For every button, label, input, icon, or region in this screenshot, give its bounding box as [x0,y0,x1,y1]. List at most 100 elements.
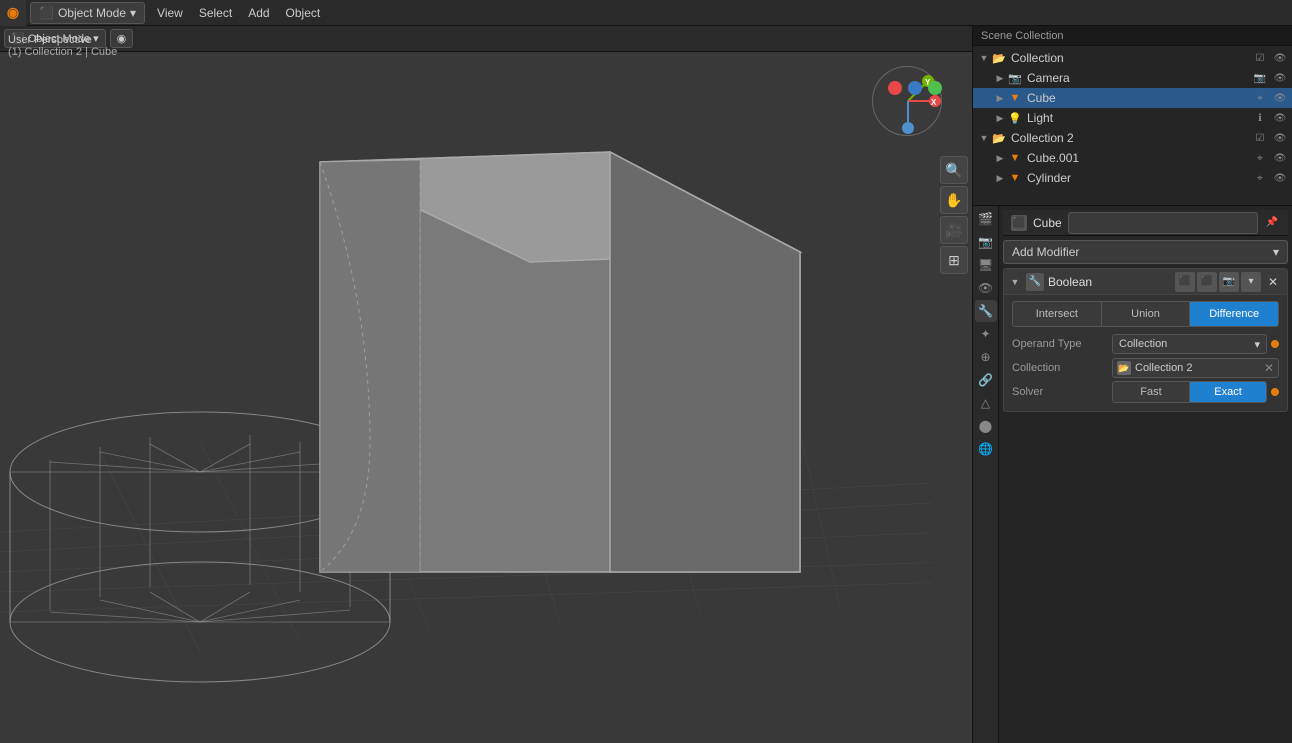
scene-svg [0,52,932,743]
modifier-close-btn[interactable]: ✕ [1263,272,1283,292]
prop-btn-material[interactable]: ⬤ [975,415,997,437]
operand-type-text: Collection [1119,338,1167,350]
prop-btn-particles[interactable]: ✦ [975,323,997,345]
prop-btn-output[interactable]: 🖥 [975,254,997,276]
outliner-row-collection[interactable]: ▼ 📂 Collection ☑ 👁 [973,48,1292,68]
cylinder-eye[interactable]: 👁 [1272,170,1288,186]
collection-checkbox[interactable]: ☑ [1252,50,1268,66]
modifier-render-btn[interactable]: ⬛ [1197,272,1217,292]
color-dots [888,81,942,95]
collection-field-clear[interactable]: ✕ [1264,361,1274,375]
prop-btn-world[interactable]: 🌐 [975,438,997,460]
viewport-header: ⬛ Object Mode ▾ ◉ [0,26,972,52]
viewport[interactable]: ⬛ Object Mode ▾ ◉ [0,26,972,743]
intersect-btn[interactable]: Intersect [1013,302,1102,326]
collection2-label: Collection 2 [1011,131,1252,145]
toggle-light[interactable]: ▶ [993,111,1007,125]
boolean-operations: Intersect Union Difference [1012,301,1279,327]
light-info: ℹ [1252,110,1268,126]
toggle-camera[interactable]: ▶ [993,71,1007,85]
cylinder-actions: ⌖ 👁 [1252,170,1288,186]
cube-eye[interactable]: 👁 [1272,90,1288,106]
right-panel: Scene Collection ▼ 📂 Collection ☑ 👁 ▶ 📷 [972,26,1292,743]
color-dot-green [928,81,942,95]
properties-search[interactable] [1068,212,1258,234]
properties-icon: ⬛ [1011,215,1027,231]
prop-btn-modifier[interactable]: 🔧 [975,300,997,322]
mode-selector[interactable]: ⬛ Object Mode ▾ [30,2,145,24]
cylinder-icon: ▼ [1007,170,1023,186]
cube-actions: ⌖ 👁 [1252,90,1288,106]
prop-btn-render[interactable]: 📷 [975,231,997,253]
toggle-cube[interactable]: ▶ [993,91,1007,105]
operand-type-value[interactable]: Collection ▾ [1112,334,1267,354]
grid-tool[interactable]: ⊞ [940,246,968,274]
properties-object-name: Cube [1033,216,1062,230]
toggle-collection2[interactable]: ▼ [977,131,991,145]
prop-btn-physics[interactable]: ⊕ [975,346,997,368]
outliner-row-camera[interactable]: ▶ 📷 Camera 📷 👁 [973,68,1292,88]
camera-eye[interactable]: 👁 [1272,70,1288,86]
solver-buttons: Fast Exact [1112,381,1267,403]
view-icon: ⬛ [11,32,25,45]
collection-field[interactable]: 📂 Collection 2 ✕ [1112,358,1279,378]
viewport-gizmo[interactable]: Y X [872,66,942,136]
fast-btn[interactable]: Fast [1113,382,1190,402]
menu-object[interactable]: Object [278,0,329,26]
add-modifier-button[interactable]: Add Modifier ▾ [1003,240,1288,264]
outliner-row-light[interactable]: ▶ 💡 Light ℹ 👁 [973,108,1292,128]
collection2-icon: 📂 [991,130,1007,146]
union-btn[interactable]: Union [1102,302,1191,326]
toggle-cube001[interactable]: ▶ [993,151,1007,165]
operand-type-row: Operand Type Collection ▾ [1012,333,1279,355]
modifier-expand[interactable]: ▼ [1008,275,1022,289]
collection-icon: 📂 [991,50,1007,66]
cube-label: Cube [1027,91,1252,105]
light-eye[interactable]: 👁 [1272,110,1288,126]
menu-add[interactable]: Add [240,0,277,26]
outliner-content: ▼ 📂 Collection ☑ 👁 ▶ 📷 Camera 📷 👁 [973,46,1292,190]
prop-btn-object-data[interactable]: △ [975,392,997,414]
mode-icon: ⬛ [39,6,54,20]
svg-text:X: X [931,98,937,107]
modifier-realtime-btn[interactable]: ⬛ [1175,272,1195,292]
toggle-collection[interactable]: ▼ [977,51,991,65]
modifier-camera-btn[interactable]: 📷 [1219,272,1239,292]
prop-btn-view[interactable]: 👁 [975,277,997,299]
collection-eye[interactable]: 👁 [1272,50,1288,66]
cylinder-restrict: ⌖ [1252,170,1268,186]
gizmo-area: Y X [872,66,952,146]
modifier-dropdown-btn[interactable]: ▾ [1241,272,1261,292]
properties-sidebar: 🎬 📷 🖥 👁 🔧 ✦ ⊕ 🔗 △ ⬤ 🌐 [973,206,999,743]
pin-icon[interactable]: 📌 [1264,215,1280,231]
cube001-eye[interactable]: 👁 [1272,150,1288,166]
prop-btn-constraints[interactable]: 🔗 [975,369,997,391]
outliner: Scene Collection ▼ 📂 Collection ☑ 👁 ▶ 📷 [973,26,1292,206]
outliner-row-collection2[interactable]: ▼ 📂 Collection 2 ☑ 👁 [973,128,1292,148]
modifier-actions: ⬛ ⬛ 📷 ▾ ✕ [1175,272,1283,292]
outliner-row-cylinder[interactable]: ▶ ▼ Cylinder ⌖ 👁 [973,168,1292,188]
outliner-row-cube[interactable]: ▶ ▼ Cube ⌖ 👁 [973,88,1292,108]
exact-btn[interactable]: Exact [1190,382,1266,402]
operand-type-label: Operand Type [1012,338,1112,350]
mode-label: Object Mode [58,6,126,20]
menu-select[interactable]: Select [191,0,240,26]
operand-dropdown-icon: ▾ [1254,338,1260,351]
viewport-shading-btn[interactable]: ◉ [110,29,134,48]
difference-btn[interactable]: Difference [1190,302,1278,326]
camera-tool[interactable]: 🎥 [940,216,968,244]
collection-label: Collection [1011,51,1252,65]
collection2-eye[interactable]: 👁 [1272,130,1288,146]
outliner-row-cube001[interactable]: ▶ ▼ Cube.001 ⌖ 👁 [973,148,1292,168]
camera-icon-small: 📷 [1252,70,1268,86]
view-options-btn[interactable]: ⬛ Object Mode ▾ [4,29,106,48]
prop-btn-scene[interactable]: 🎬 [975,208,997,230]
move-tool[interactable]: ✋ [940,186,968,214]
collection2-checkbox[interactable]: ☑ [1252,130,1268,146]
collection-field-value: Collection 2 [1135,362,1192,374]
toggle-cylinder[interactable]: ▶ [993,171,1007,185]
menu-view[interactable]: View [149,0,191,26]
view-mode-label: Object Mode [28,33,90,45]
zoom-tool[interactable]: 🔍 [940,156,968,184]
modifier-icon: 🔧 [1026,273,1044,291]
